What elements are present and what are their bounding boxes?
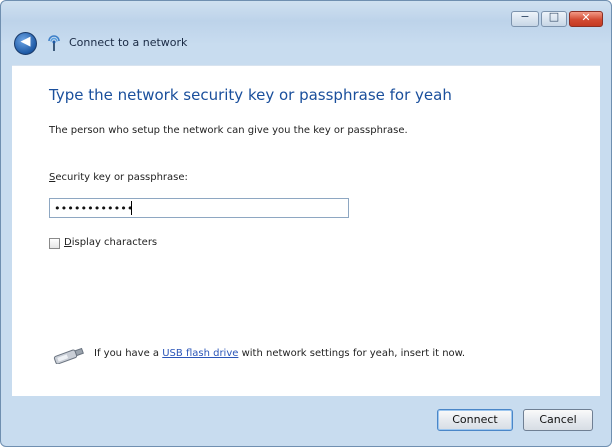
security-key-label-text: ecurity key or passphrase: (55, 172, 188, 183)
maximize-button[interactable]: □ (541, 10, 567, 27)
dialog-footer: Connect Cancel (12, 395, 600, 437)
dialog-content: Type the network security key or passphr… (12, 65, 600, 396)
usb-text-suffix: with network settings for yeah, insert i… (238, 348, 466, 359)
instruction-text: The person who setup the network can giv… (49, 125, 408, 136)
display-characters-label[interactable]: Display characters (64, 237, 157, 248)
connect-button[interactable]: Connect (437, 409, 513, 431)
minimize-icon: − (520, 10, 530, 23)
security-key-input[interactable] (49, 198, 349, 218)
usb-instruction: If you have a USB flash drive with netwo… (94, 348, 465, 359)
cancel-button[interactable]: Cancel (523, 409, 593, 431)
usb-text-prefix: If you have a (94, 348, 163, 359)
usb-drive-icon (53, 347, 84, 364)
page-heading: Type the network security key or passphr… (49, 86, 452, 104)
display-characters-checkbox[interactable] (49, 238, 60, 249)
close-button[interactable]: ✕ (569, 11, 603, 27)
text-caret (131, 201, 132, 215)
back-arrow-icon: ◀ (20, 34, 31, 49)
close-icon: ✕ (581, 11, 591, 24)
title-bar: − □ ✕ (1, 1, 611, 35)
connect-network-dialog: − □ ✕ ◀ Connect to a network Type the ne… (0, 0, 612, 447)
display-characters-access-key: D (64, 237, 72, 248)
back-button[interactable]: ◀ (14, 32, 37, 55)
window-title: Connect to a network (69, 36, 188, 49)
network-icon (48, 35, 60, 51)
usb-flash-drive-link[interactable]: USB flash drive (162, 348, 238, 359)
maximize-icon: □ (548, 10, 560, 23)
minimize-button[interactable]: − (511, 10, 539, 27)
security-key-label: Security key or passphrase: (49, 172, 188, 183)
display-characters-label-text: isplay characters (71, 237, 158, 248)
